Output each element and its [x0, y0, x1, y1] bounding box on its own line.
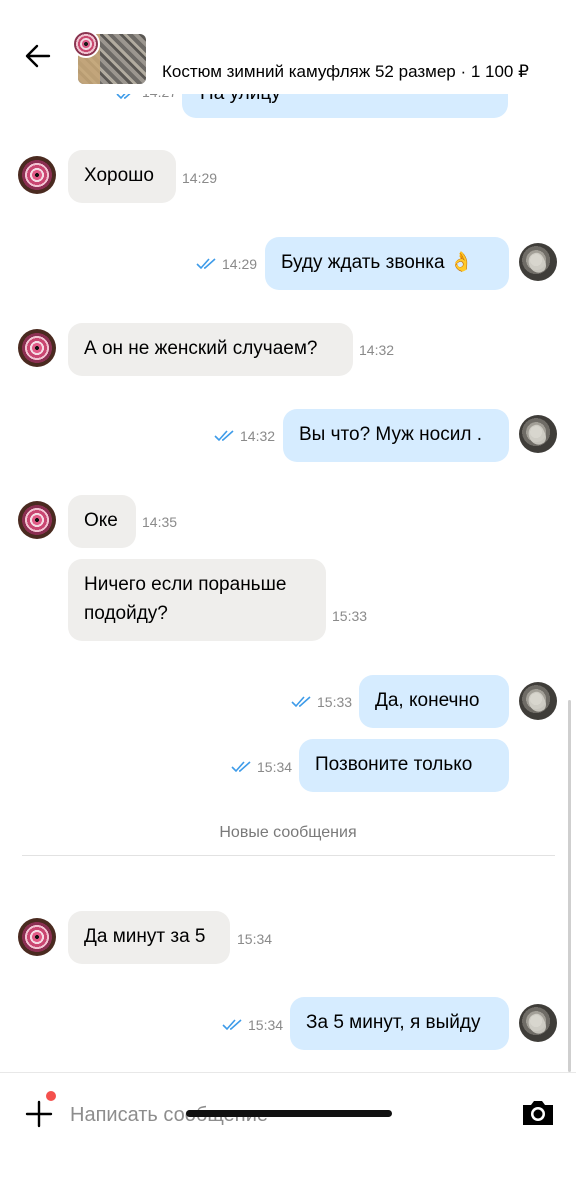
message-bubble-incoming[interactable]: Да минут за 5 [68, 911, 230, 964]
read-ticks-icon [231, 761, 251, 773]
message-text-line: подойду? [84, 603, 168, 624]
message-bubble-incoming[interactable]: А он не женский случаем? [68, 323, 353, 376]
seller-avatar[interactable] [18, 918, 56, 956]
message-time: 15:34 [248, 1017, 284, 1033]
chat-area: 14:27 На улицу Хорошо 14:29 14:29 Буду ж… [0, 0, 576, 1072]
seller-avatar[interactable] [18, 501, 56, 539]
message-text: Оке [84, 510, 118, 531]
seller-avatar[interactable] [18, 329, 56, 367]
message-bubble-incoming[interactable]: Оке [68, 495, 136, 548]
message-text: Хорошо [84, 165, 154, 186]
attach-button[interactable] [24, 1099, 54, 1129]
message-text: Вы что? Муж носил . [299, 424, 482, 445]
message-text: Да минут за 5 [84, 926, 206, 947]
read-ticks-icon [291, 696, 311, 708]
chat-header: Костюм зимний камуфляж 52 размер · 1 100… [0, 0, 576, 94]
read-ticks-icon [214, 430, 234, 442]
message-time: 14:35 [142, 514, 178, 530]
camera-icon [523, 1101, 553, 1125]
notification-dot [46, 1091, 56, 1101]
seller-avatar[interactable] [18, 156, 56, 194]
plus-icon [25, 1100, 53, 1128]
buyer-avatar[interactable] [519, 682, 557, 720]
message-text: Да, конечно [375, 690, 480, 711]
buyer-avatar[interactable] [519, 1004, 557, 1042]
new-messages-divider-label: Новые сообщения [219, 824, 357, 841]
listing-title[interactable]: Костюм зимний камуфляж 52 размер · 1 100… [162, 62, 529, 82]
camera-button[interactable] [520, 1097, 556, 1129]
message-text: Буду ждать звонка 👌 [281, 252, 474, 273]
arrow-left-icon [25, 44, 51, 68]
message-text-line: Ничего если пораньше [84, 574, 287, 595]
message-bubble-incoming[interactable]: Хорошо [68, 150, 176, 203]
home-indicator[interactable] [186, 1110, 392, 1117]
seller-avatar[interactable] [72, 30, 100, 58]
message-time: 15:33 [317, 694, 353, 710]
message-bubble-incoming[interactable]: Ничего если пораньше подойду? [68, 559, 326, 641]
read-ticks-icon [222, 1019, 242, 1031]
buyer-avatar[interactable] [519, 415, 557, 453]
message-text: А он не женский случаем? [84, 338, 318, 359]
chat-scrollbar[interactable] [568, 700, 571, 1072]
message-bubble-outgoing[interactable]: Вы что? Муж носил . [283, 409, 509, 462]
message-bubble-outgoing[interactable]: Позвоните только [299, 739, 509, 792]
message-time: 14:29 [222, 256, 258, 272]
message-bubble-outgoing[interactable]: Да, конечно [359, 675, 509, 728]
message-time: 15:33 [332, 608, 368, 624]
message-text: Позвоните только [315, 754, 473, 775]
message-bubble-outgoing[interactable]: Буду ждать звонка 👌 [265, 237, 509, 290]
back-button[interactable] [22, 40, 54, 72]
message-time: 15:34 [257, 759, 293, 775]
message-bubble-outgoing[interactable]: За 5 минут, я выйду [290, 997, 509, 1050]
message-time: 14:32 [240, 428, 276, 444]
message-text: За 5 минут, я выйду [306, 1012, 481, 1033]
message-composer [0, 1072, 576, 1200]
message-time: 14:32 [359, 342, 395, 358]
buyer-avatar[interactable] [519, 243, 557, 281]
message-time: 15:34 [237, 931, 273, 947]
read-ticks-icon [196, 258, 216, 270]
new-messages-divider-line [22, 855, 555, 856]
message-time: 14:29 [182, 170, 218, 186]
